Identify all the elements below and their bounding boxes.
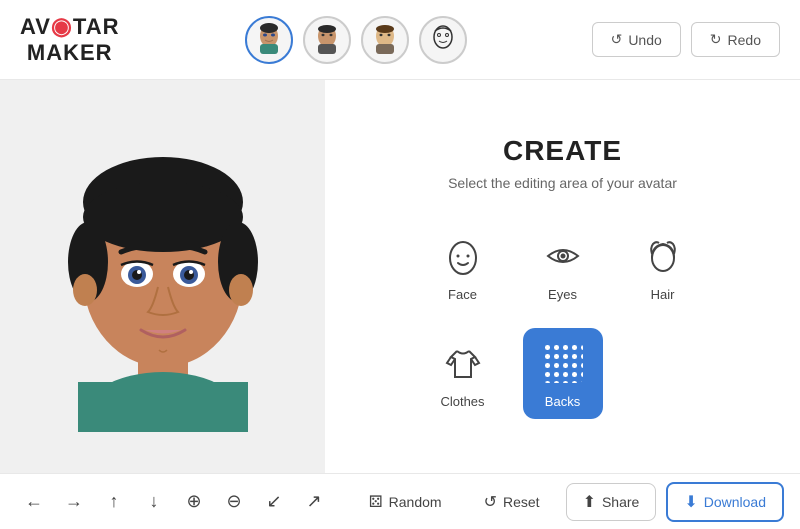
clothes-icon-container [438, 338, 488, 388]
hair-icon-container [638, 231, 688, 281]
reset-icon: ↺ [484, 492, 497, 512]
redo-button[interactable]: ↻ Redo [691, 22, 780, 57]
redo-label: Redo [728, 32, 761, 48]
redo-icon: ↻ [710, 31, 722, 48]
share-icon: ⬆ [583, 492, 596, 512]
download-icon: ⬇ [684, 492, 697, 512]
edit-options-grid: Face Eyes [423, 221, 703, 419]
logo-text-av: AV [20, 14, 51, 39]
arrow-right-icon: → [65, 491, 83, 512]
action-buttons: ⚄ Random ↺ Reset ⬆ Share ⬇ Download [353, 482, 784, 522]
nav-left-button[interactable]: ← [16, 484, 52, 520]
logo-text-maker: MAKER [20, 41, 119, 65]
rotate-left-icon: ↙ [266, 491, 281, 512]
edit-option-hair[interactable]: Hair [623, 221, 703, 312]
variant-2[interactable] [303, 16, 351, 64]
eyes-label: Eyes [548, 287, 577, 302]
arrow-up-icon: ↑ [110, 491, 119, 512]
zoom-in-button[interactable]: ⊕ [176, 484, 212, 520]
logo-text-tar: TAR [73, 14, 120, 39]
undo-button[interactable]: ↺ Undo [592, 22, 681, 57]
header: AV◉TAR MAKER [0, 0, 800, 80]
hair-label: Hair [651, 287, 675, 302]
reset-button[interactable]: ↺ Reset [468, 484, 556, 520]
create-subtitle: Select the editing area of your avatar [448, 175, 677, 191]
avatar-preview-panel [0, 80, 325, 473]
logo: AV◉TAR MAKER [20, 14, 119, 65]
edit-option-backs[interactable]: Backs [523, 328, 603, 419]
zoom-out-icon: ⊖ [226, 491, 241, 512]
rotate-left-button[interactable]: ↙ [256, 484, 292, 520]
clothes-label: Clothes [440, 394, 484, 409]
zoom-in-icon: ⊕ [186, 491, 201, 512]
undo-label: Undo [628, 32, 661, 48]
editor-panel: CREATE Select the editing area of your a… [325, 80, 800, 473]
logo-eye-icon: ◉ [51, 13, 73, 40]
download-button[interactable]: ⬇ Download [666, 482, 784, 522]
create-title: CREATE [503, 135, 622, 167]
share-button[interactable]: ⬆ Share [566, 483, 657, 521]
rotate-right-icon: ↗ [306, 491, 321, 512]
backs-label: Backs [545, 394, 580, 409]
download-label: Download [704, 494, 766, 510]
edit-option-clothes[interactable]: Clothes [423, 328, 503, 419]
arrow-left-icon: ← [25, 491, 43, 512]
nav-down-button[interactable]: ↓ [136, 484, 172, 520]
variant-1[interactable] [245, 16, 293, 64]
random-icon: ⚄ [369, 492, 383, 512]
share-label: Share [602, 494, 639, 510]
random-button[interactable]: ⚄ Random [353, 484, 458, 520]
reset-label: Reset [503, 494, 540, 510]
avatar-variants [245, 16, 467, 64]
bottom-toolbar: ← → ↑ ↓ ⊕ ⊖ ↙ ↗ ⚄ Random ↺ Reset [0, 473, 800, 529]
zoom-out-button[interactable]: ⊖ [216, 484, 252, 520]
face-label: Face [448, 287, 477, 302]
rotate-right-button[interactable]: ↗ [296, 484, 332, 520]
backs-icon-container [538, 338, 588, 388]
nav-controls: ← → ↑ ↓ ⊕ ⊖ ↙ ↗ [16, 484, 332, 520]
header-actions: ↺ Undo ↻ Redo [592, 22, 780, 57]
face-icon-container [438, 231, 488, 281]
random-label: Random [389, 494, 442, 510]
avatar-preview [33, 122, 293, 432]
variant-4[interactable] [419, 16, 467, 64]
variant-3[interactable] [361, 16, 409, 64]
logo-area: AV◉TAR MAKER [20, 14, 119, 65]
arrow-down-icon: ↓ [150, 491, 159, 512]
undo-icon: ↺ [611, 31, 623, 48]
nav-right-button[interactable]: → [56, 484, 92, 520]
edit-option-eyes[interactable]: Eyes [523, 221, 603, 312]
main-content: CREATE Select the editing area of your a… [0, 80, 800, 473]
nav-up-button[interactable]: ↑ [96, 484, 132, 520]
edit-option-face[interactable]: Face [423, 221, 503, 312]
eyes-icon-container [538, 231, 588, 281]
